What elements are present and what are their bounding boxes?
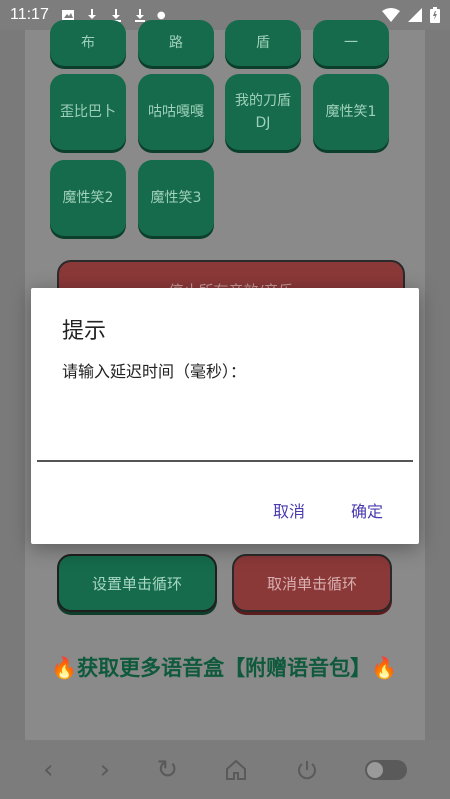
mode-toggle[interactable]	[364, 759, 407, 780]
dialog-title: 提示	[62, 319, 107, 344]
dialog-message: 请输入延迟时间（毫秒）：	[62, 362, 247, 381]
reload-icon[interactable]: ↻	[156, 755, 178, 785]
sound-pad[interactable]: 路	[138, 20, 214, 66]
cancel-button[interactable]: 取消	[273, 498, 305, 522]
home-icon[interactable]	[224, 758, 248, 782]
sound-pad[interactable]: 魔性笑3	[138, 160, 214, 236]
cancel-loop-button[interactable]: 取消单击循环	[232, 554, 392, 612]
promo-link[interactable]: 🔥获取更多语音盒【附赠语音包】🔥	[51, 650, 411, 686]
sound-pad[interactable]: 我的刀盾DJ	[225, 74, 301, 150]
sound-pad[interactable]: 咕咕嘎嘎	[138, 74, 214, 150]
download-icon	[134, 9, 145, 22]
sound-pad[interactable]: 歪比巴卜	[50, 74, 126, 150]
clock: 11:17	[10, 6, 49, 23]
back-icon[interactable]: ‹	[43, 755, 53, 785]
delay-prompt-dialog: 提示 请输入延迟时间（毫秒）： 取消 确定	[31, 288, 419, 544]
sound-pad[interactable]: 一	[313, 20, 389, 66]
promo-text: 获取更多语音盒【附赠语音包】	[77, 656, 372, 680]
sound-pad[interactable]: 魔性笑1	[313, 74, 389, 150]
delay-input[interactable]	[37, 444, 413, 462]
browser-nav-bar: ‹ › ↻	[0, 740, 450, 799]
set-loop-button[interactable]: 设置单击循环	[57, 554, 217, 612]
sound-pad[interactable]: 魔性笑2	[50, 160, 126, 236]
forward-icon[interactable]: ›	[100, 755, 110, 785]
power-icon[interactable]	[295, 758, 319, 782]
sound-pad[interactable]: 盾	[225, 20, 301, 66]
wifi-icon	[382, 8, 400, 22]
dialog-actions: 取消 确定	[273, 498, 383, 522]
cell-signal-icon	[408, 8, 422, 22]
fire-icon: 🔥	[371, 656, 398, 680]
battery-icon	[430, 7, 440, 23]
more-notifications-dot-icon: ●	[156, 9, 166, 21]
confirm-button[interactable]: 确定	[351, 498, 383, 522]
fire-icon: 🔥	[51, 656, 78, 680]
sound-pad[interactable]: 布	[50, 20, 126, 66]
